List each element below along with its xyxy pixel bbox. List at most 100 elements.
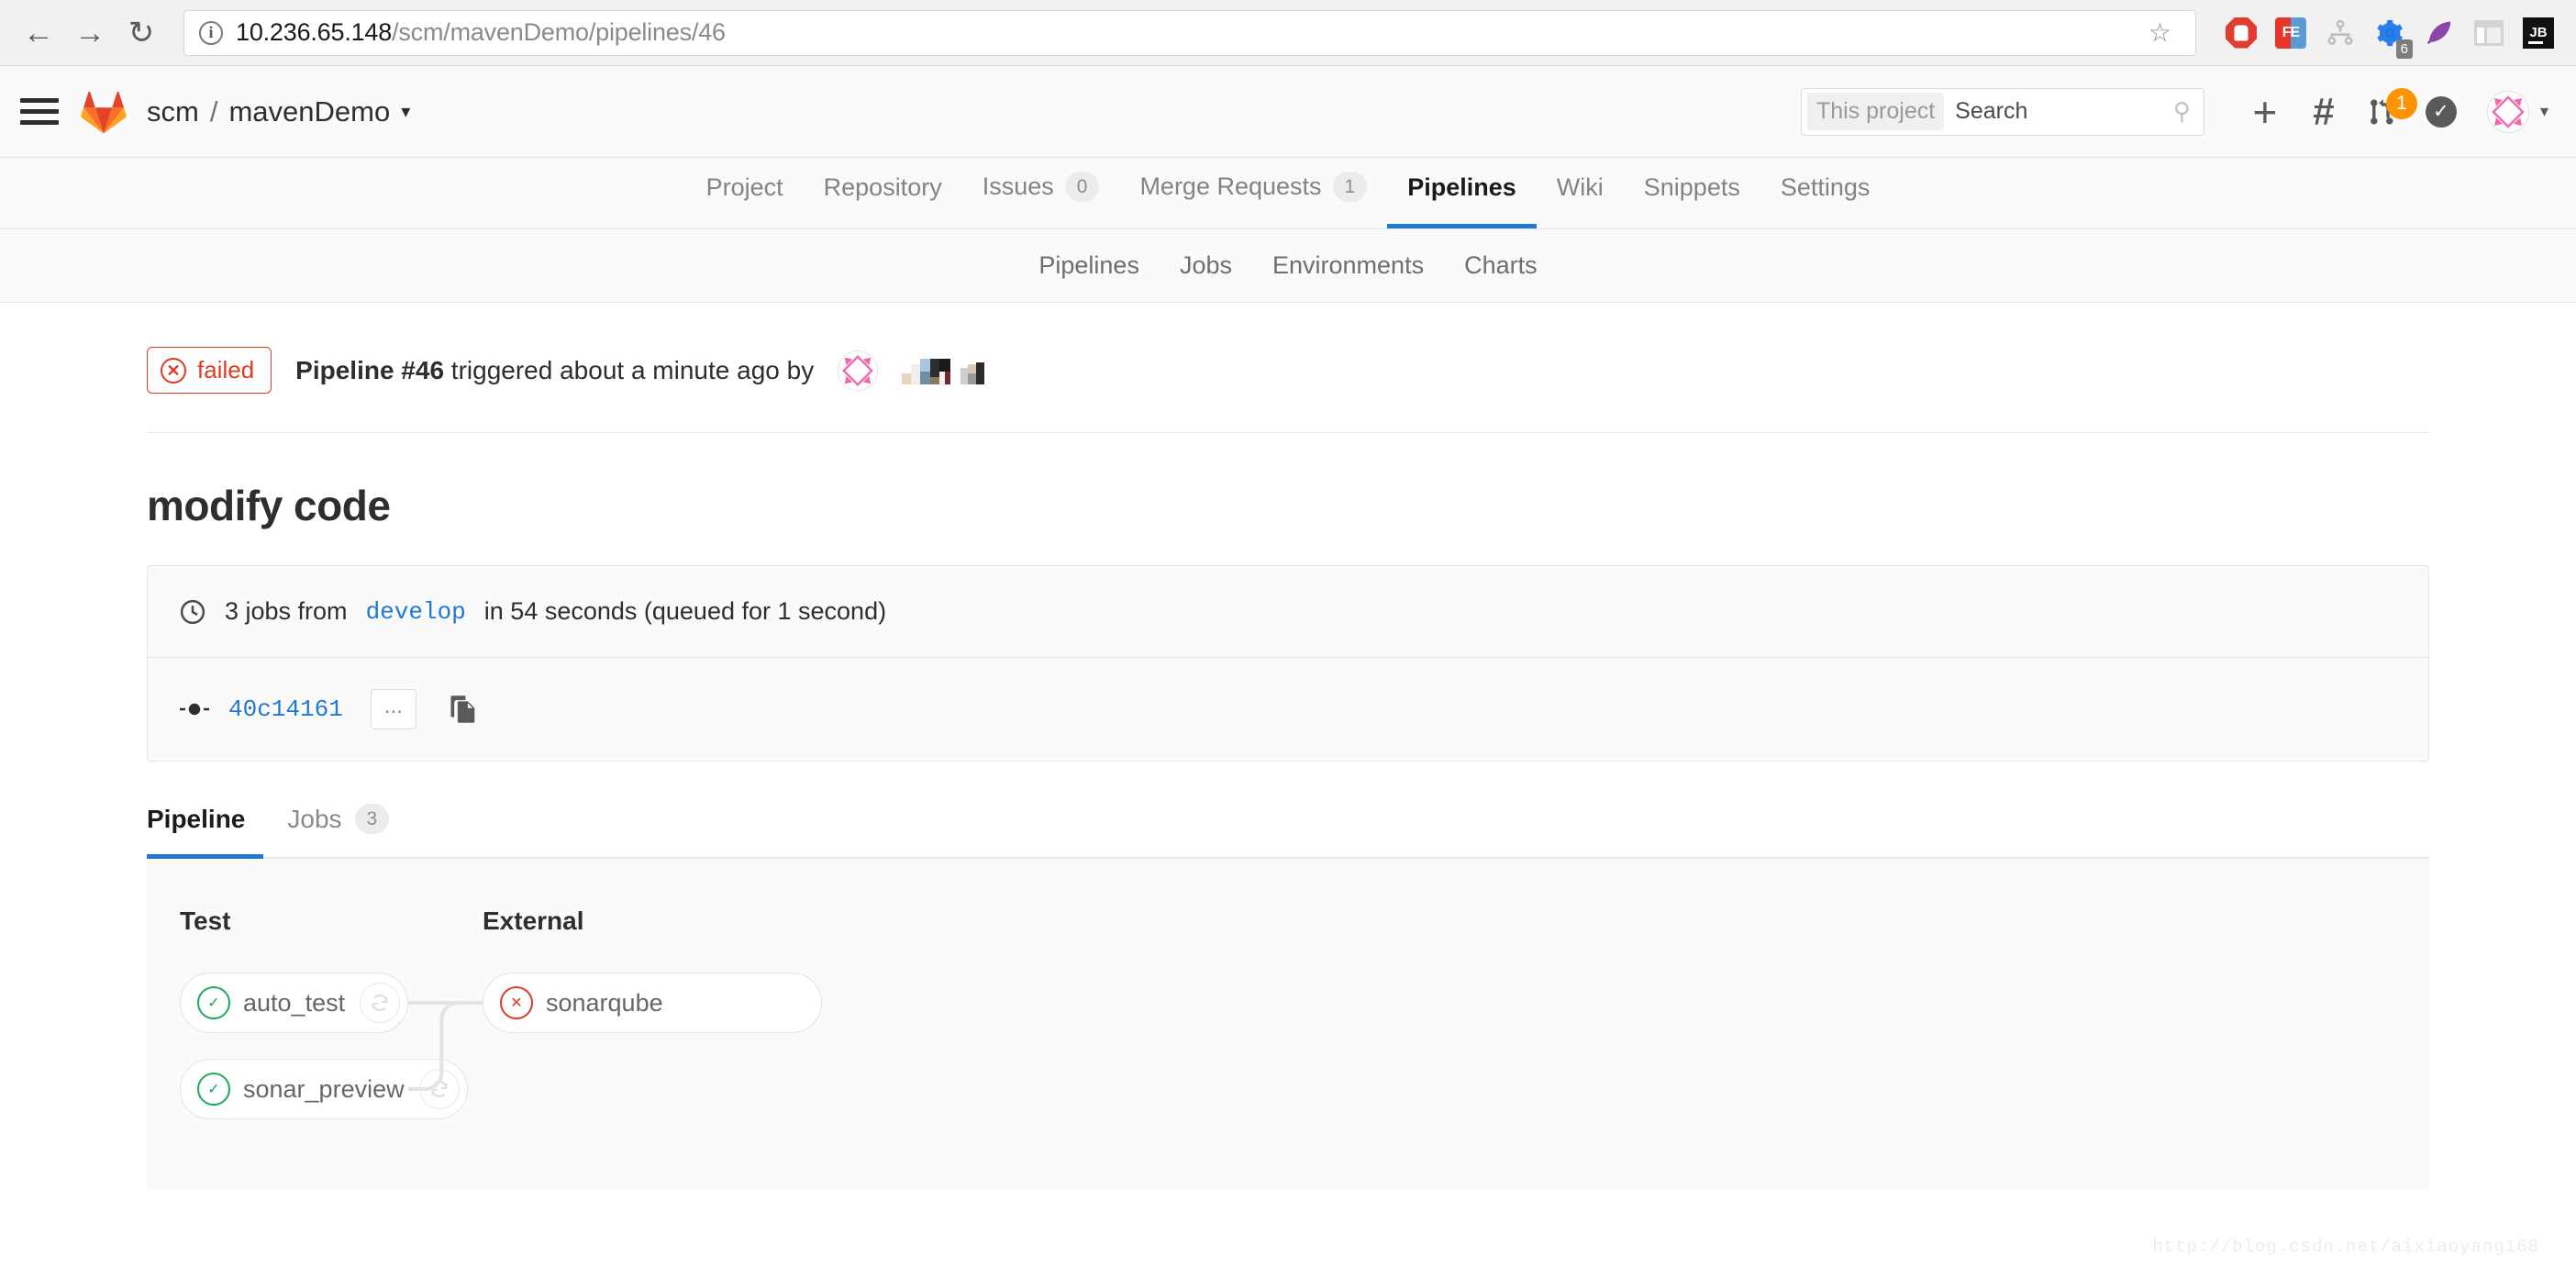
url-text: 10.236.65.148/scm/mavenDemo/pipelines/46 bbox=[236, 18, 726, 47]
jobs-summary-suffix: in 54 seconds (queued for 1 second) bbox=[483, 597, 887, 625]
feather-extension-icon[interactable] bbox=[2415, 8, 2464, 58]
browser-toolbar: ← → ↻ i 10.236.65.148/scm/mavenDemo/pipe… bbox=[0, 0, 2576, 66]
nav-item-snippets[interactable]: Snippets bbox=[1624, 173, 1760, 228]
job-name: sonarqube bbox=[546, 988, 663, 1017]
job-name: sonar_preview bbox=[243, 1074, 405, 1103]
pipelines-sub-nav: Pipelines Jobs Environments Charts bbox=[0, 229, 2576, 303]
gitlab-tanuki-logo[interactable] bbox=[81, 90, 127, 134]
extension-strip: FE 6 JB bbox=[2207, 8, 2563, 59]
pipeline-tabs: Pipeline Jobs 3 bbox=[147, 804, 2429, 860]
job-name: auto_test bbox=[243, 988, 346, 1017]
breadcrumb-separator: / bbox=[209, 95, 218, 128]
page-title: modify code bbox=[147, 482, 391, 529]
header-actions: This project ⚲ + # 1 ✓ bbox=[1800, 83, 2548, 141]
clock-icon bbox=[180, 599, 205, 624]
nav-item-settings[interactable]: Settings bbox=[1760, 173, 1891, 228]
nav-item-pipelines[interactable]: Pipelines bbox=[1387, 173, 1537, 228]
forward-arrow-icon[interactable]: → bbox=[64, 7, 116, 59]
layout-extension-icon[interactable] bbox=[2464, 8, 2514, 58]
issues-button[interactable]: # bbox=[2294, 83, 2353, 141]
gear-extension-badge: 6 bbox=[2395, 39, 2413, 59]
subnav-item-jobs[interactable]: Jobs bbox=[1160, 251, 1252, 280]
x-circle-icon: ✕ bbox=[161, 357, 186, 384]
jobs-summary-prefix: 3 jobs from bbox=[225, 597, 348, 625]
star-icon[interactable]: ☆ bbox=[2139, 17, 2181, 48]
user-avatar[interactable] bbox=[838, 350, 879, 391]
retry-icon[interactable] bbox=[360, 983, 401, 1024]
commit-icon bbox=[180, 703, 209, 716]
branch-link[interactable]: develop bbox=[366, 598, 466, 626]
stage-jobs: ✓ auto_test ✓ sonar_preview bbox=[180, 973, 468, 1120]
new-item-button[interactable]: + bbox=[2236, 83, 2294, 141]
address-bar[interactable]: i 10.236.65.148/scm/mavenDemo/pipelines/… bbox=[183, 9, 2196, 56]
jobs-summary-row: 3 jobs from develop in 54 seconds (queue… bbox=[148, 566, 2428, 657]
nav-label: Pipelines bbox=[1407, 173, 1516, 201]
breadcrumb-project[interactable]: mavenDemo bbox=[228, 95, 390, 128]
job-node-sonar-preview[interactable]: ✓ sonar_preview bbox=[180, 1059, 468, 1120]
nav-label: Wiki bbox=[1556, 173, 1604, 201]
chevron-down-icon[interactable]: ▾ bbox=[2540, 102, 2548, 121]
sitemap-extension-icon[interactable] bbox=[2315, 8, 2365, 58]
jobs-count-badge: 3 bbox=[354, 804, 390, 835]
expand-commit-button[interactable]: ... bbox=[370, 689, 416, 729]
watermark: http://blog.csdn.net/aixiaoyang168 bbox=[2152, 1237, 2539, 1257]
pipeline-graph: Test ✓ auto_test ✓ sonar_preview Externa… bbox=[147, 859, 2429, 1190]
check-circle-icon: ✓ bbox=[197, 1073, 230, 1107]
tab-label: Jobs bbox=[287, 804, 342, 833]
status-label: failed bbox=[197, 356, 255, 384]
copy-to-clipboard-icon[interactable] bbox=[450, 695, 477, 724]
breadcrumb-namespace[interactable]: scm bbox=[147, 95, 199, 128]
subnav-item-pipelines[interactable]: Pipelines bbox=[1018, 251, 1160, 280]
issues-count-badge: 0 bbox=[1064, 171, 1100, 202]
pipeline-info-card: 3 jobs from develop in 54 seconds (queue… bbox=[147, 565, 2429, 762]
nav-item-merge-requests[interactable]: Merge Requests 1 bbox=[1119, 171, 1387, 228]
hamburger-menu-icon[interactable] bbox=[17, 98, 59, 125]
subnav-item-charts[interactable]: Charts bbox=[1444, 251, 1558, 280]
stage-jobs: ✕ sonarqube bbox=[483, 973, 822, 1034]
nav-label: Project bbox=[705, 173, 783, 201]
nav-item-project[interactable]: Project bbox=[686, 173, 804, 228]
search-input[interactable] bbox=[1944, 98, 2173, 125]
search-box[interactable]: This project ⚲ bbox=[1800, 87, 2204, 136]
retry-icon[interactable] bbox=[418, 1069, 460, 1110]
page-content: ✕ failed Pipeline #46 triggered about a … bbox=[0, 303, 2576, 1257]
user-avatar[interactable] bbox=[2486, 90, 2529, 133]
todos-button[interactable]: ✓ bbox=[2412, 83, 2471, 141]
nav-item-repository[interactable]: Repository bbox=[804, 173, 962, 228]
url-host: 10.236.65.148 bbox=[236, 18, 393, 46]
commit-sha-link[interactable]: 40c14161 bbox=[228, 695, 343, 723]
site-info-icon[interactable]: i bbox=[199, 20, 223, 45]
url-path: /scm/mavenDemo/pipelines/46 bbox=[392, 18, 726, 46]
job-node-sonarqube[interactable]: ✕ sonarqube bbox=[483, 973, 822, 1034]
check-icon: ✓ bbox=[2425, 95, 2457, 128]
search-scope-chip[interactable]: This project bbox=[1806, 93, 1945, 130]
nav-item-wiki[interactable]: Wiki bbox=[1537, 173, 1624, 228]
back-arrow-icon[interactable]: ← bbox=[13, 7, 64, 59]
nav-label: Issues bbox=[982, 172, 1054, 200]
tab-pipeline[interactable]: Pipeline bbox=[147, 805, 264, 860]
commit-row: 40c14161 ... bbox=[148, 657, 2428, 761]
gear-extension-icon[interactable]: 6 bbox=[2365, 8, 2415, 59]
pipeline-number[interactable]: Pipeline #46 bbox=[295, 356, 444, 384]
subnav-item-environments[interactable]: Environments bbox=[1252, 251, 1444, 280]
fe-extension-icon[interactable]: FE bbox=[2266, 8, 2315, 58]
nav-label: Repository bbox=[823, 173, 942, 201]
tab-jobs[interactable]: Jobs 3 bbox=[287, 804, 407, 859]
pipeline-header: ✕ failed Pipeline #46 triggered about a … bbox=[147, 303, 2429, 433]
jetbrains-extension-icon[interactable]: JB bbox=[2514, 8, 2563, 58]
breadcrumb[interactable]: scm / mavenDemo ▾ bbox=[147, 95, 410, 128]
check-circle-icon: ✓ bbox=[197, 986, 230, 1020]
status-badge[interactable]: ✕ failed bbox=[147, 347, 272, 394]
merge-requests-button[interactable]: 1 bbox=[2353, 83, 2417, 141]
adblock-extension-icon[interactable] bbox=[2216, 8, 2266, 58]
nav-label: Merge Requests bbox=[1139, 172, 1322, 200]
search-icon[interactable]: ⚲ bbox=[2173, 97, 2196, 126]
nav-item-issues[interactable]: Issues 0 bbox=[962, 171, 1120, 228]
trigger-username-redacted bbox=[902, 357, 985, 384]
tab-label: Pipeline bbox=[147, 805, 246, 834]
stage-title: Test bbox=[180, 907, 231, 936]
job-node-auto-test[interactable]: ✓ auto_test bbox=[180, 973, 409, 1034]
stage-external: External ✕ sonarqube bbox=[483, 907, 822, 1034]
reload-icon[interactable]: ↻ bbox=[116, 7, 167, 59]
chevron-down-icon[interactable]: ▾ bbox=[401, 100, 410, 123]
